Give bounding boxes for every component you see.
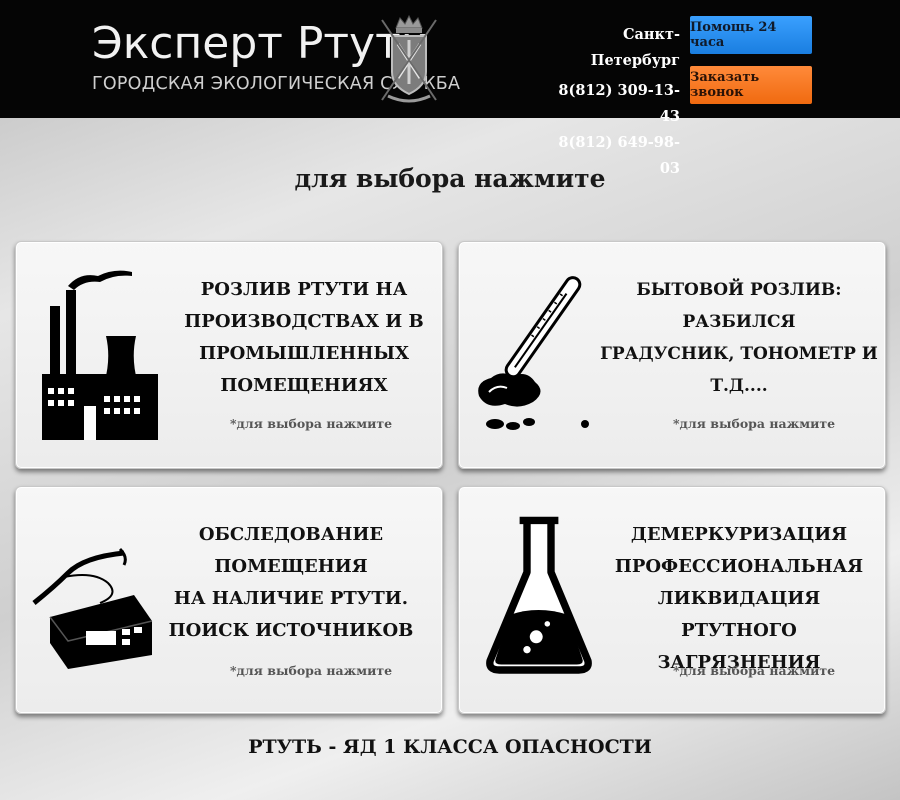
card-title-line: ОБСЛЕДОВАНИЕ ПОМЕЩЕНИЯ: [198, 524, 384, 577]
card-title-line: ПРОИЗВОДСТВАХ И В: [184, 311, 424, 332]
card-title-line: ЛИКВИДАЦИЯ РТУТНОГО: [657, 588, 821, 641]
header-bar: Эксперт Ртути ГОРОДСКАЯ ЭКОЛОГИЧЕСКАЯ СЛ…: [0, 0, 900, 177]
card-industrial-spill[interactable]: РОЗЛИВ РТУТИ НА ПРОИЗВОДСТВАХ И В ПРОМЫШ…: [15, 241, 443, 469]
contact-block: Санкт-Петербург 8(812) 309-13-43 8(812) …: [555, 22, 680, 182]
broken-thermometer-icon: [478, 276, 589, 430]
card-title-line: ПРОФЕССИОНАЛЬНАЯ: [614, 556, 864, 577]
card-title-line: НА НАЛИЧИЕ РТУТИ.: [173, 588, 409, 609]
card-title: ОБСЛЕДОВАНИЕ ПОМЕЩЕНИЯ НА НАЛИЧИЕ РТУТИ.…: [156, 519, 426, 647]
danger-warning: РТУТЬ - ЯД 1 КЛАССА ОПАСНОСТИ: [248, 736, 652, 758]
card-household-spill[interactable]: БЫТОВОЙ РОЗЛИВ: РАЗБИЛСЯ ГРАДУСНИК, ТОНО…: [458, 241, 886, 469]
city-crest-icon: [381, 14, 437, 103]
card-title: БЫТОВОЙ РОЗЛИВ: РАЗБИЛСЯ ГРАДУСНИК, ТОНО…: [597, 274, 881, 402]
help-24h-button[interactable]: Помощь 24 часа: [690, 16, 812, 54]
card-title-line: ПОИСК ИСТОЧНИКОВ: [168, 620, 414, 641]
card-title: ДЕМЕРКУРИЗАЦИЯ ПРОФЕССИОНАЛЬНАЯ ЛИКВИДАЦ…: [609, 519, 869, 679]
card-title-line: РОЗЛИВ РТУТИ НА: [200, 279, 408, 300]
card-hint: *для выбора нажмите: [673, 416, 836, 431]
flask-icon: [486, 516, 592, 674]
card-title-line: БЫТОВОЙ РОЗЛИВ: РАЗБИЛСЯ: [636, 280, 842, 332]
card-demercurization[interactable]: ДЕМЕРКУРИЗАЦИЯ ПРОФЕССИОНАЛЬНАЯ ЛИКВИДАЦ…: [458, 486, 886, 714]
card-title-line: ГРАДУСНИК, ТОНОМЕТР И Т.Д....: [600, 344, 878, 396]
choose-prompt: для выбора нажмите: [294, 164, 606, 193]
card-hint: *для выбора нажмите: [673, 663, 836, 678]
card-hint: *для выбора нажмите: [230, 416, 393, 431]
card-title-line: ДЕМЕРКУРИЗАЦИЯ: [630, 524, 848, 545]
card-hint: *для выбора нажмите: [230, 663, 393, 678]
card-room-inspection[interactable]: ОБСЛЕДОВАНИЕ ПОМЕЩЕНИЯ НА НАЛИЧИЕ РТУТИ.…: [15, 486, 443, 714]
city-label: Санкт-Петербург: [590, 26, 680, 69]
request-call-button[interactable]: Заказать звонок: [690, 66, 812, 104]
card-title: РОЗЛИВ РТУТИ НА ПРОИЗВОДСТВАХ И В ПРОМЫШ…: [184, 274, 424, 402]
mercury-analyzer-icon: [32, 547, 153, 669]
phone-number-1[interactable]: 8(812) 309-13-43: [555, 78, 680, 130]
factory-icon: [42, 270, 158, 440]
card-title-line: ПОМЕЩЕНИЯХ: [220, 375, 388, 396]
card-title-line: ПРОМЫШЛЕННЫХ: [199, 343, 409, 364]
